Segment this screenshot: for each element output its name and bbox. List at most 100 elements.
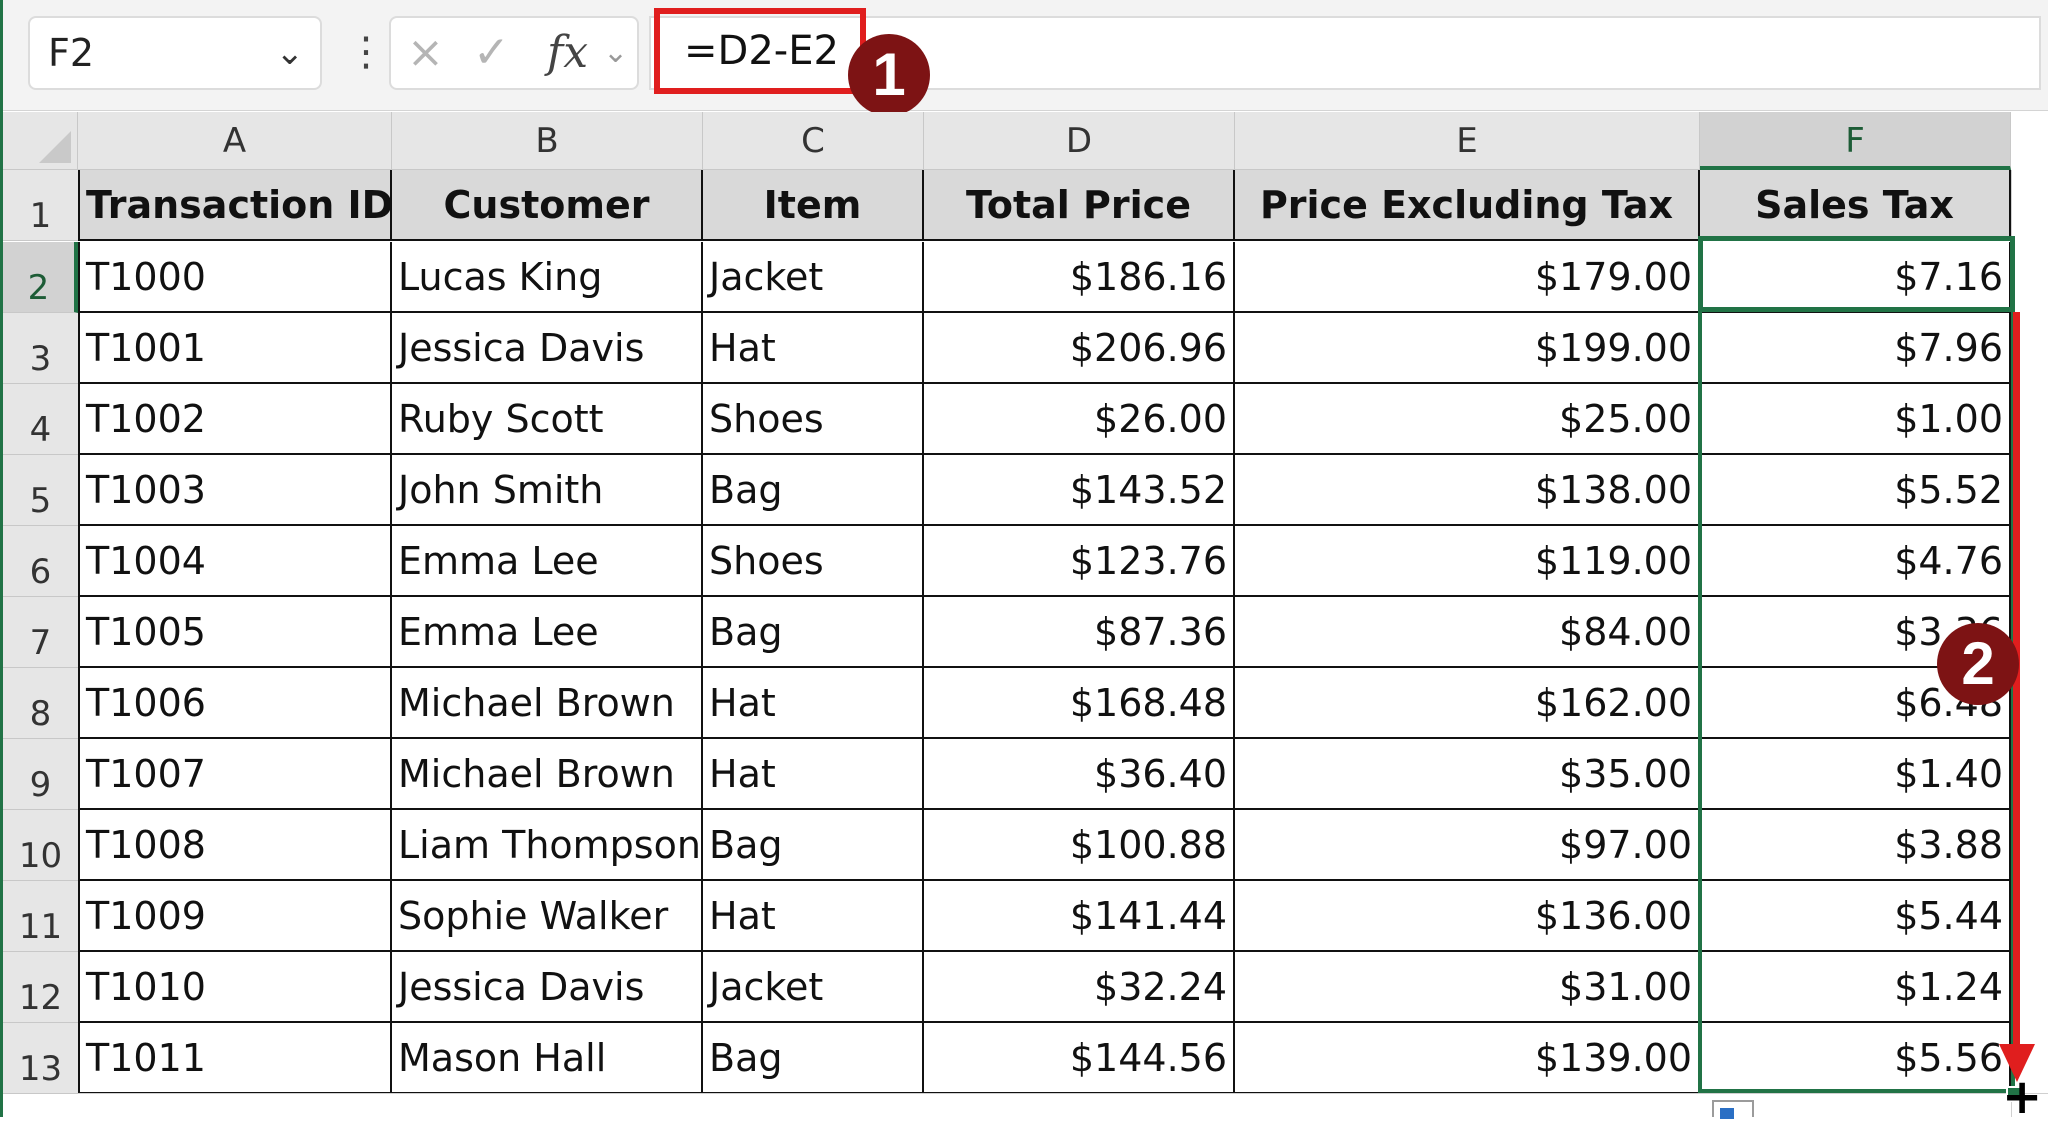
table-cell[interactable]: T1011 <box>78 1023 392 1094</box>
table-cell[interactable]: $25.00 <box>1235 384 1700 455</box>
table-cell[interactable]: John Smith <box>392 455 703 526</box>
table-cell[interactable]: $141.44 <box>924 881 1235 952</box>
row-header-13[interactable]: 13 <box>3 1023 78 1094</box>
row-header-6[interactable]: 6 <box>3 526 78 597</box>
table-cell[interactable]: Bag <box>703 455 924 526</box>
table-header-cell[interactable]: Customer <box>392 170 703 241</box>
table-cell[interactable]: $199.00 <box>1235 313 1700 384</box>
table-cell[interactable]: $136.00 <box>1235 881 1700 952</box>
table-cell[interactable]: $35.00 <box>1235 739 1700 810</box>
table-cell[interactable]: T1010 <box>78 952 392 1023</box>
chevron-down-icon[interactable]: ⌄ <box>276 18 305 88</box>
formula-text[interactable]: =D2-E2 <box>654 8 866 94</box>
table-cell[interactable]: Sophie Walker <box>392 881 703 952</box>
row-header-1[interactable]: 1 <box>3 170 78 241</box>
table-cell[interactable]: Emma Lee <box>392 526 703 597</box>
cancel-icon[interactable]: × <box>407 18 444 88</box>
table-cell[interactable]: $179.00 <box>1235 242 1700 313</box>
table-cell[interactable]: T1004 <box>78 526 392 597</box>
table-cell[interactable]: Lucas King <box>392 242 703 313</box>
table-cell[interactable]: Jacket <box>703 952 924 1023</box>
name-box-value: F2 <box>48 31 95 75</box>
table-cell[interactable]: T1007 <box>78 739 392 810</box>
row-header-9[interactable]: 9 <box>3 739 78 810</box>
table-cell[interactable]: $36.40 <box>924 739 1235 810</box>
table-cell[interactable]: T1000 <box>78 242 392 313</box>
table-cell[interactable]: T1001 <box>78 313 392 384</box>
enter-icon[interactable]: ✓ <box>473 18 510 88</box>
row-header-3[interactable]: 3 <box>3 313 78 384</box>
table-cell[interactable]: Mason Hall <box>392 1023 703 1094</box>
column-header-f[interactable]: F <box>1700 112 2011 170</box>
table-cell[interactable]: $144.56 <box>924 1023 1235 1094</box>
column-header-d[interactable]: D <box>924 112 1235 170</box>
table-cell[interactable]: T1009 <box>78 881 392 952</box>
step-badge-2: 2 <box>1937 623 2019 705</box>
table-header-cell[interactable]: Price Excluding Tax <box>1235 170 1700 241</box>
name-box[interactable]: F2 ⌄ <box>28 16 322 90</box>
row-header-11[interactable]: 11 <box>3 881 78 952</box>
column-header-a[interactable]: A <box>78 112 392 170</box>
table-cell[interactable]: Hat <box>703 313 924 384</box>
table-header-cell[interactable]: Transaction ID <box>78 170 392 241</box>
step-badge-1: 1 <box>848 34 930 116</box>
more-options-icon[interactable]: ⋮ <box>346 22 386 82</box>
table-cell[interactable]: Jacket <box>703 242 924 313</box>
table-cell[interactable]: $97.00 <box>1235 810 1700 881</box>
table-cell[interactable]: Hat <box>703 668 924 739</box>
table-cell[interactable]: Ruby Scott <box>392 384 703 455</box>
table-header-cell[interactable]: Sales Tax <box>1700 170 2011 241</box>
table-cell[interactable]: $32.24 <box>924 952 1235 1023</box>
table-cell[interactable]: Jessica Davis <box>392 313 703 384</box>
table-cell[interactable]: Emma Lee <box>392 597 703 668</box>
table-cell[interactable]: Shoes <box>703 526 924 597</box>
table-cell[interactable]: T1005 <box>78 597 392 668</box>
table-cell[interactable]: $31.00 <box>1235 952 1700 1023</box>
table-cell[interactable]: $87.36 <box>924 597 1235 668</box>
table-cell[interactable]: $186.16 <box>924 242 1235 313</box>
table-cell[interactable]: $26.00 <box>924 384 1235 455</box>
table-cell[interactable]: $168.48 <box>924 668 1235 739</box>
quick-analysis-icon[interactable] <box>1712 1100 1754 1119</box>
row-header-4[interactable]: 4 <box>3 384 78 455</box>
table-cell[interactable]: Hat <box>703 881 924 952</box>
table-cell[interactable]: Hat <box>703 739 924 810</box>
insert-function-icon[interactable]: fx <box>547 18 588 88</box>
select-all-corner[interactable] <box>3 112 78 170</box>
table-cell[interactable]: Michael Brown <box>392 739 703 810</box>
table-cell[interactable]: $100.88 <box>924 810 1235 881</box>
active-cell <box>1698 236 2015 312</box>
table-header-cell[interactable]: Total Price <box>924 170 1235 241</box>
row-header-2[interactable]: 2 <box>3 242 78 313</box>
table-cell[interactable]: $162.00 <box>1235 668 1700 739</box>
table-header-cell[interactable]: Item <box>703 170 924 241</box>
table-cell[interactable]: $119.00 <box>1235 526 1700 597</box>
table-cell[interactable]: Bag <box>703 597 924 668</box>
column-header-c[interactable]: C <box>703 112 924 170</box>
table-cell[interactable]: $84.00 <box>1235 597 1700 668</box>
table-cell[interactable]: Bag <box>703 1023 924 1094</box>
table-cell[interactable]: $143.52 <box>924 455 1235 526</box>
column-header-b[interactable]: B <box>392 112 703 170</box>
table-cell[interactable]: T1002 <box>78 384 392 455</box>
table-cell[interactable]: T1008 <box>78 810 392 881</box>
table-cell[interactable]: Shoes <box>703 384 924 455</box>
table-cell[interactable]: $139.00 <box>1235 1023 1700 1094</box>
table-cell[interactable]: $206.96 <box>924 313 1235 384</box>
chevron-down-icon[interactable]: ⌄ <box>603 18 628 88</box>
table-cell[interactable]: Jessica Davis <box>392 952 703 1023</box>
select-all-icon <box>39 131 71 163</box>
row-header-12[interactable]: 12 <box>3 952 78 1023</box>
table-cell[interactable]: Michael Brown <box>392 668 703 739</box>
row-header-7[interactable]: 7 <box>3 597 78 668</box>
row-header-5[interactable]: 5 <box>3 455 78 526</box>
row-header-8[interactable]: 8 <box>3 668 78 739</box>
row-header-10[interactable]: 10 <box>3 810 78 881</box>
table-cell[interactable]: $138.00 <box>1235 455 1700 526</box>
table-cell[interactable]: Bag <box>703 810 924 881</box>
table-cell[interactable]: $123.76 <box>924 526 1235 597</box>
table-cell[interactable]: T1006 <box>78 668 392 739</box>
table-cell[interactable]: Liam Thompson <box>392 810 703 881</box>
column-header-e[interactable]: E <box>1235 112 1700 170</box>
table-cell[interactable]: T1003 <box>78 455 392 526</box>
